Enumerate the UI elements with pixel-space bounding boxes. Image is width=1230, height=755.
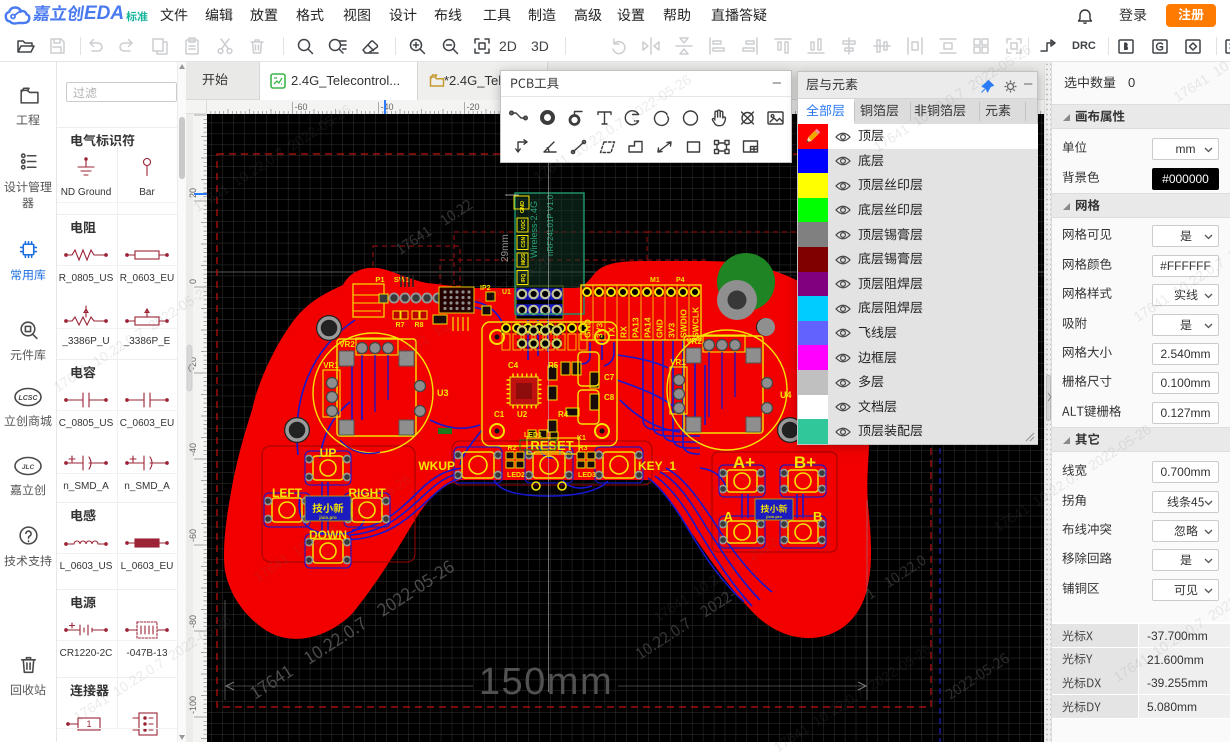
- svg-text:LEFT: LEFT: [272, 486, 303, 500]
- svg-text:150mm: 150mm: [479, 661, 613, 703]
- svg-text:LED3: LED3: [578, 472, 596, 479]
- svg-text:KEY_1: KEY_1: [638, 459, 676, 473]
- svg-text:-40: -40: [381, 102, 394, 112]
- svg-text:C1: C1: [494, 410, 505, 419]
- svg-text:R5: R5: [548, 361, 559, 370]
- svg-text:WKUP: WKUP: [418, 459, 455, 473]
- svg-text:UP: UP: [320, 446, 337, 460]
- svg-text:U4: U4: [780, 390, 792, 400]
- svg-text:R4: R4: [558, 410, 569, 419]
- svg-text:M1: M1: [650, 277, 660, 284]
- svg-text:-80: -80: [188, 615, 198, 628]
- svg-text:IRQ: IRQ: [521, 274, 527, 283]
- svg-text:LCSC: LCSC: [18, 395, 38, 402]
- svg-text:0: 0: [188, 279, 198, 284]
- svg-text:DOWN: DOWN: [309, 528, 347, 542]
- svg-text:-100: -100: [188, 696, 198, 714]
- svg-text:U1: U1: [502, 289, 511, 296]
- svg-text:MOSI: MOSI: [521, 252, 527, 265]
- svg-text:GND: GND: [655, 319, 665, 338]
- svg-text:3V3: 3V3: [595, 323, 605, 338]
- svg-text:P1: P1: [375, 275, 384, 284]
- svg-text:PA14: PA14: [643, 317, 653, 338]
- svg-text:U2: U2: [517, 410, 528, 419]
- svg-text:-60: -60: [188, 529, 198, 542]
- svg-text:JLC: JLC: [22, 464, 35, 471]
- svg-text:R2: R2: [508, 445, 517, 452]
- svg-text:GND: GND: [583, 319, 593, 338]
- svg-text:29mm: 29mm: [500, 234, 511, 262]
- svg-text:TX: TX: [607, 327, 617, 338]
- svg-text:B: B: [813, 509, 822, 524]
- svg-text:B+: B+: [794, 453, 816, 472]
- svg-text:C7: C7: [604, 373, 615, 382]
- svg-text:SWCLK: SWCLK: [691, 306, 701, 338]
- svg-text:jixin.pro: jixin.pro: [765, 514, 782, 519]
- svg-text:Wireless-2.4G: Wireless-2.4G: [529, 201, 539, 258]
- svg-text:3V3: 3V3: [667, 323, 677, 338]
- svg-text:jixin.pro: jixin.pro: [318, 515, 337, 520]
- svg-text:C8: C8: [604, 393, 615, 402]
- svg-text:nRF24L01P V1.0: nRF24L01P V1.0: [546, 194, 555, 256]
- svg-text:CSN: CSN: [521, 237, 527, 248]
- svg-text:VDC: VDC: [521, 219, 527, 230]
- svg-text:VR1: VR1: [323, 361, 339, 370]
- svg-text:-60: -60: [295, 102, 308, 112]
- svg-text:RIGHT: RIGHT: [348, 486, 386, 500]
- svg-text:P4: P4: [676, 277, 685, 284]
- svg-text:PA13: PA13: [631, 317, 641, 338]
- svg-text:SW1: SW1: [394, 275, 410, 284]
- svg-text:U3: U3: [437, 388, 449, 398]
- svg-text:A+: A+: [733, 453, 755, 472]
- svg-text:GND: GND: [520, 201, 526, 213]
- svg-text:C4: C4: [508, 361, 519, 370]
- svg-text:RX: RX: [619, 326, 629, 338]
- svg-text:20: 20: [188, 188, 198, 198]
- svg-text:A: A: [724, 509, 734, 524]
- svg-text:R8: R8: [415, 322, 424, 329]
- svg-text:VR2: VR2: [339, 340, 355, 349]
- svg-text:VR1: VR1: [670, 358, 686, 367]
- svg-text:R7: R7: [396, 322, 405, 329]
- svg-text:IP2: IP2: [480, 285, 491, 292]
- svg-text:R3: R3: [579, 445, 588, 452]
- svg-text:-20: -20: [467, 102, 480, 112]
- svg-text:LED2: LED2: [507, 472, 525, 479]
- svg-text:-40: -40: [188, 443, 198, 456]
- svg-text:SWDIO: SWDIO: [679, 309, 689, 338]
